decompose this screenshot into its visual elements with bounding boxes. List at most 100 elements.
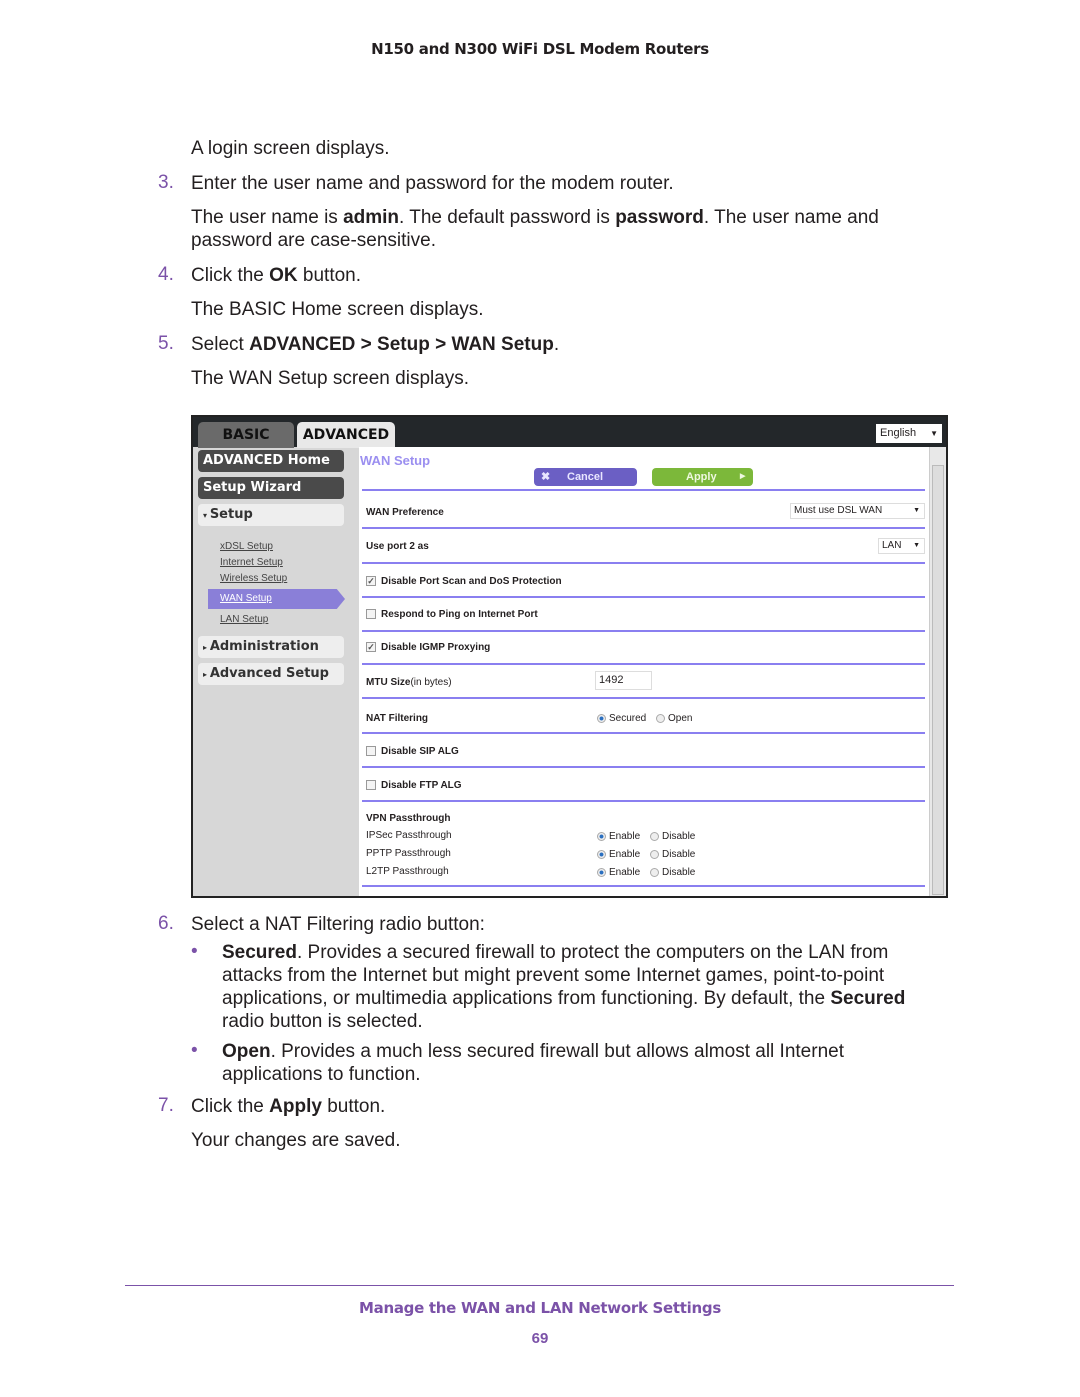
secured-label: Secured xyxy=(609,713,647,724)
scrollbar-thumb[interactable] xyxy=(932,465,944,895)
radio-unselected-icon xyxy=(650,831,659,841)
wan-preference-label: WAN Preference xyxy=(366,507,444,518)
step7-text: Click the Apply button. xyxy=(191,1096,386,1117)
disable-portscan-label: Disable Port Scan and DoS Protection xyxy=(381,576,562,587)
checkbox-unchecked-icon xyxy=(366,609,376,620)
text-basic-home: The BASIC Home screen displays. xyxy=(191,299,484,320)
mtu-row: MTU Size(in bytes) 1492 xyxy=(362,667,925,699)
vpn-section: VPN Passthrough IPSec Passthrough PPTP P… xyxy=(362,804,925,887)
play-icon: ▶ xyxy=(740,473,746,480)
bullet: • xyxy=(191,1040,198,1061)
checkbox-unchecked-icon xyxy=(366,780,376,791)
ftp-row: Disable FTP ALG xyxy=(362,770,925,802)
respond-ping-checkbox[interactable]: Respond to Ping on Internet Port xyxy=(366,609,538,620)
step-number: 5. xyxy=(158,333,174,354)
mtu-label: MTU Size(in bytes) xyxy=(366,677,452,688)
port2-row: Use port 2 as LAN ▼ xyxy=(362,531,925,564)
sidebar-advanced-setup-label: Advanced Setup xyxy=(209,666,329,681)
ipsec-disable-radio[interactable]: Disable xyxy=(650,831,695,842)
credentials-text: The user name is admin. The default pass… xyxy=(191,207,879,251)
enable-label: Enable xyxy=(609,831,641,842)
radio-selected-icon xyxy=(597,867,606,877)
checkbox-unchecked-icon xyxy=(366,746,376,757)
step5-text: Select ADVANCED > Setup > WAN Setup. xyxy=(191,334,560,355)
portscan-row: ✓ Disable Port Scan and DoS Protection xyxy=(362,566,925,598)
sidebar-lan-setup[interactable]: LAN Setup xyxy=(220,614,268,625)
text-saved: Your changes are saved. xyxy=(191,1130,401,1151)
running-header: N150 and N300 WiFi DSL Modem Routers xyxy=(371,40,709,58)
scrollbar[interactable] xyxy=(929,447,946,896)
disable-label: Disable xyxy=(662,867,696,878)
sidebar-administration[interactable]: ▸ Administration xyxy=(198,636,344,658)
apply-button[interactable]: Apply ▶ xyxy=(652,468,753,486)
nat-row: NAT Filtering Secured Open xyxy=(362,701,925,734)
sidebar-advanced-setup[interactable]: ▸ Advanced Setup xyxy=(198,663,344,685)
checkbox-checked-icon: ✓ xyxy=(366,576,376,587)
l2tp-disable-radio[interactable]: Disable xyxy=(650,867,695,878)
mtu-unit: (in bytes) xyxy=(410,677,452,688)
radio-selected-icon xyxy=(597,713,606,723)
sidebar-wireless-setup[interactable]: Wireless Setup xyxy=(220,573,287,584)
text-login: A login screen displays. xyxy=(191,138,390,159)
cancel-button[interactable]: ✖ Cancel xyxy=(534,468,637,486)
sidebar-setup-wizard[interactable]: Setup Wizard xyxy=(198,477,344,499)
page-title: WAN Setup xyxy=(360,453,431,468)
l2tp-enable-radio[interactable]: Enable xyxy=(597,867,640,878)
sidebar-wan-setup-label: WAN Setup xyxy=(220,593,272,604)
wan-setup-screenshot: BASIC ADVANCED English ▼ ADVANCED Home Se… xyxy=(191,415,948,898)
radio-unselected-icon xyxy=(650,867,659,877)
footer-divider xyxy=(125,1285,954,1286)
sidebar-xdsl-setup[interactable]: xDSL Setup xyxy=(220,541,273,552)
disable-label: Disable xyxy=(662,849,696,860)
mtu-label-text: MTU Size xyxy=(366,677,411,688)
checkbox-checked-icon: ✓ xyxy=(366,642,376,653)
mtu-input[interactable]: 1492 xyxy=(595,671,652,690)
chevron-down-icon: ▼ xyxy=(930,429,938,438)
pptp-disable-radio[interactable]: Disable xyxy=(650,849,695,860)
chevron-down-icon: ▼ xyxy=(913,507,920,514)
disable-sip-checkbox[interactable]: Disable SIP ALG xyxy=(366,746,459,757)
sidebar-setup-label: Setup xyxy=(209,507,253,522)
sip-row: Disable SIP ALG xyxy=(362,736,925,768)
radio-unselected-icon xyxy=(656,713,665,723)
l2tp-label: L2TP Passthrough xyxy=(366,866,449,877)
sidebar-internet-setup[interactable]: Internet Setup xyxy=(220,557,283,568)
radio-selected-icon xyxy=(597,831,606,841)
wan-preference-select[interactable]: Must use DSL WAN ▼ xyxy=(790,503,925,519)
wan-preference-row: WAN Preference Must use DSL WAN ▼ xyxy=(362,491,925,529)
step-number: 6. xyxy=(158,913,174,934)
disable-igmp-checkbox[interactable]: ✓ Disable IGMP Proxying xyxy=(366,642,490,653)
cancel-label: Cancel xyxy=(567,471,604,483)
pptp-enable-radio[interactable]: Enable xyxy=(597,849,640,860)
step-number: 7. xyxy=(158,1095,174,1116)
port2-select[interactable]: LAN ▼ xyxy=(878,538,925,554)
ipsec-label: IPSec Passthrough xyxy=(366,830,452,841)
triangle-down-icon: ▾ xyxy=(203,511,210,520)
footer-title: Manage the WAN and LAN Network Settings xyxy=(359,1299,721,1317)
igmp-row: ✓ Disable IGMP Proxying xyxy=(362,634,925,665)
nat-open-radio[interactable]: Open xyxy=(656,713,692,724)
sidebar-administration-label: Administration xyxy=(209,639,319,654)
disable-ftp-checkbox[interactable]: Disable FTP ALG xyxy=(366,780,462,791)
radio-selected-icon xyxy=(597,849,606,859)
tab-advanced[interactable]: ADVANCED xyxy=(297,422,395,448)
ipsec-enable-radio[interactable]: Enable xyxy=(597,831,640,842)
bullet: • xyxy=(191,941,198,962)
sidebar-setup[interactable]: ▾ Setup xyxy=(198,504,344,526)
step6-text: Select a NAT Filtering radio button: xyxy=(191,914,485,935)
step-number: 3. xyxy=(158,172,174,193)
radio-unselected-icon xyxy=(650,849,659,859)
language-select[interactable]: English ▼ xyxy=(876,424,942,443)
tab-basic[interactable]: BASIC xyxy=(198,422,294,448)
step-number: 4. xyxy=(158,264,174,285)
sidebar-advanced-home[interactable]: ADVANCED Home xyxy=(198,450,344,472)
nat-label: NAT Filtering xyxy=(366,713,429,724)
sidebar-wan-setup-active[interactable]: WAN Setup xyxy=(208,589,345,609)
disable-portscan-checkbox[interactable]: ✓ Disable Port Scan and DoS Protection xyxy=(366,576,562,587)
respond-ping-label: Respond to Ping on Internet Port xyxy=(381,609,538,620)
bullet-secured: Secured. Provides a secured firewall to … xyxy=(222,942,906,1032)
disable-ftp-label: Disable FTP ALG xyxy=(381,780,462,791)
nat-secured-radio[interactable]: Secured xyxy=(597,713,646,724)
content-panel: WAN Setup ✖ Cancel Apply ▶ WAN Preference … xyxy=(359,447,929,896)
chevron-down-icon: ▼ xyxy=(913,542,920,549)
